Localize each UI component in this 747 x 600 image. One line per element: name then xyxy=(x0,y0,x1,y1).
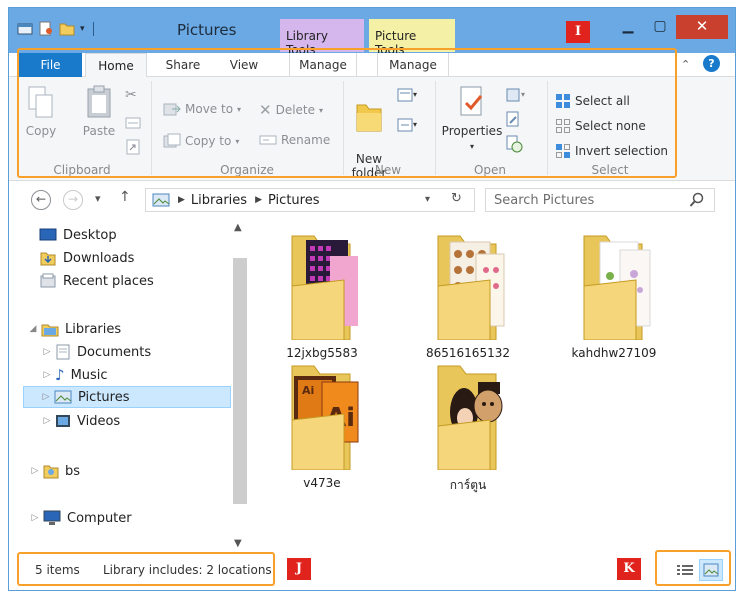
maximize-button[interactable]: ▢ xyxy=(647,15,673,39)
collapsed-chevron-icon[interactable]: ▷ xyxy=(41,416,53,426)
back-button[interactable]: ← xyxy=(31,190,51,210)
annotation-marker-j: J xyxy=(287,558,311,580)
title-bar: ▾ Pictures Library Tools Picture Tools ▁… xyxy=(9,8,735,57)
user-folder-icon xyxy=(43,465,59,479)
annotation-marker-i: I xyxy=(566,21,590,43)
nav-item-bs[interactable]: ▷ bs xyxy=(29,460,80,482)
folder-name: 12jxbg5583 xyxy=(286,346,358,360)
nav-item-pictures[interactable]: ▷ Pictures xyxy=(23,386,231,408)
nav-item-computer[interactable]: ▷ Computer xyxy=(29,507,132,529)
collapsed-chevron-icon[interactable]: ▷ xyxy=(40,392,52,402)
nav-item-videos[interactable]: ▷ Videos xyxy=(41,410,121,432)
folder-item[interactable]: kahdhw27109 xyxy=(559,230,669,360)
view-highlight-box xyxy=(655,550,731,586)
scroll-down-icon[interactable]: ▼ xyxy=(234,538,242,549)
folder-item[interactable]: 86516165132 xyxy=(413,230,523,360)
downloads-icon xyxy=(40,252,56,266)
collapsed-chevron-icon[interactable]: ▷ xyxy=(29,466,41,476)
nav-item-documents[interactable]: ▷ Documents xyxy=(41,341,151,363)
address-dropdown-icon[interactable]: ▾ xyxy=(425,194,430,205)
scroll-up-icon[interactable]: ▲ xyxy=(234,222,242,233)
explorer-app-icon[interactable] xyxy=(17,21,33,36)
music-icon: ♪ xyxy=(55,366,65,384)
folder-name: การ์ตูน xyxy=(449,478,487,492)
nav-label: Pictures xyxy=(78,389,130,405)
explorer-window: ▾ Pictures Library Tools Picture Tools ▁… xyxy=(8,7,736,591)
libraries-icon xyxy=(41,324,59,337)
folder-item[interactable]: Ai Ai v473e xyxy=(267,360,377,490)
nav-label: Videos xyxy=(77,413,121,429)
properties-icon[interactable] xyxy=(38,21,54,36)
search-icon[interactable] xyxy=(689,192,705,208)
folder-thumbnail-icon: Ai Ai xyxy=(291,365,359,470)
nav-label: Desktop xyxy=(63,227,117,243)
computer-icon xyxy=(43,510,61,525)
folder-name: v473e xyxy=(303,476,341,490)
minimize-button[interactable]: ▁ xyxy=(615,15,641,39)
nav-scrollbar-thumb[interactable] xyxy=(233,258,247,504)
collapsed-chevron-icon[interactable]: ▷ xyxy=(29,513,41,523)
new-folder-qat-icon[interactable] xyxy=(59,21,75,36)
breadcrumb-libraries[interactable]: Libraries xyxy=(191,193,247,208)
library-pictures-icon xyxy=(152,193,170,207)
annotation-marker-k: K xyxy=(617,558,641,580)
folder-thumbnail-icon xyxy=(291,235,358,340)
folder-thumbnail-icon xyxy=(437,235,505,340)
nav-label: Computer xyxy=(67,510,132,526)
nav-label: Documents xyxy=(77,344,152,360)
close-button[interactable]: ✕ xyxy=(676,15,728,39)
folder-thumbnail-icon xyxy=(583,235,651,340)
pictures-icon xyxy=(54,390,72,404)
nav-label: Libraries xyxy=(65,321,122,337)
nav-label: Recent places xyxy=(63,273,154,289)
refresh-icon[interactable]: ↻ xyxy=(451,191,462,206)
recent-locations-icon[interactable]: ▾ xyxy=(95,192,101,205)
documents-icon xyxy=(56,344,70,360)
nav-label: bs xyxy=(65,463,81,479)
nav-item-libraries[interactable]: ◢ Libraries xyxy=(27,318,121,340)
folder-item[interactable]: 12jxbg5583 xyxy=(267,230,377,360)
search-input[interactable]: Search Pictures xyxy=(485,188,715,212)
folder-name: kahdhw27109 xyxy=(571,346,657,360)
breadcrumb-chevron-icon[interactable]: ▶ xyxy=(178,195,185,205)
up-button[interactable]: ↑ xyxy=(119,189,131,205)
quick-access-toolbar: ▾ xyxy=(17,21,94,36)
desktop-icon xyxy=(39,228,57,241)
navigation-pane: Desktop Downloads Recent places ◢ Librar… xyxy=(9,216,249,554)
nav-label: Downloads xyxy=(63,250,135,266)
collapsed-chevron-icon[interactable]: ▷ xyxy=(41,370,53,380)
folder-item[interactable]: การ์ตูน xyxy=(413,360,523,495)
help-icon[interactable]: ? xyxy=(703,55,720,72)
nav-item-desktop[interactable]: Desktop xyxy=(39,224,117,246)
folder-name: 86516165132 xyxy=(426,346,510,360)
collapsed-chevron-icon[interactable]: ▷ xyxy=(41,347,53,357)
videos-icon xyxy=(56,415,70,427)
qat-separator xyxy=(92,21,94,36)
nav-item-music[interactable]: ▷ ♪ Music xyxy=(41,364,108,386)
status-highlight-box xyxy=(17,552,275,586)
collapse-ribbon-icon[interactable]: ⌃ xyxy=(681,58,690,71)
ribbon-highlight-box xyxy=(17,48,677,178)
svg-text:Ai: Ai xyxy=(302,384,314,397)
breadcrumb-pictures[interactable]: Pictures xyxy=(268,193,319,208)
nav-label: Music xyxy=(70,367,108,383)
forward-button[interactable]: → xyxy=(63,190,83,210)
breadcrumb-chevron-icon[interactable]: ▶ xyxy=(255,195,262,205)
window-title: Pictures xyxy=(177,21,237,39)
nav-item-downloads[interactable]: Downloads xyxy=(39,247,134,269)
folder-thumbnail-icon xyxy=(437,365,503,470)
recent-places-icon xyxy=(40,273,56,288)
customize-qat-icon[interactable]: ▾ xyxy=(80,24,85,34)
nav-item-recent-places[interactable]: Recent places xyxy=(39,270,154,292)
expanded-chevron-icon[interactable]: ◢ xyxy=(27,324,39,334)
